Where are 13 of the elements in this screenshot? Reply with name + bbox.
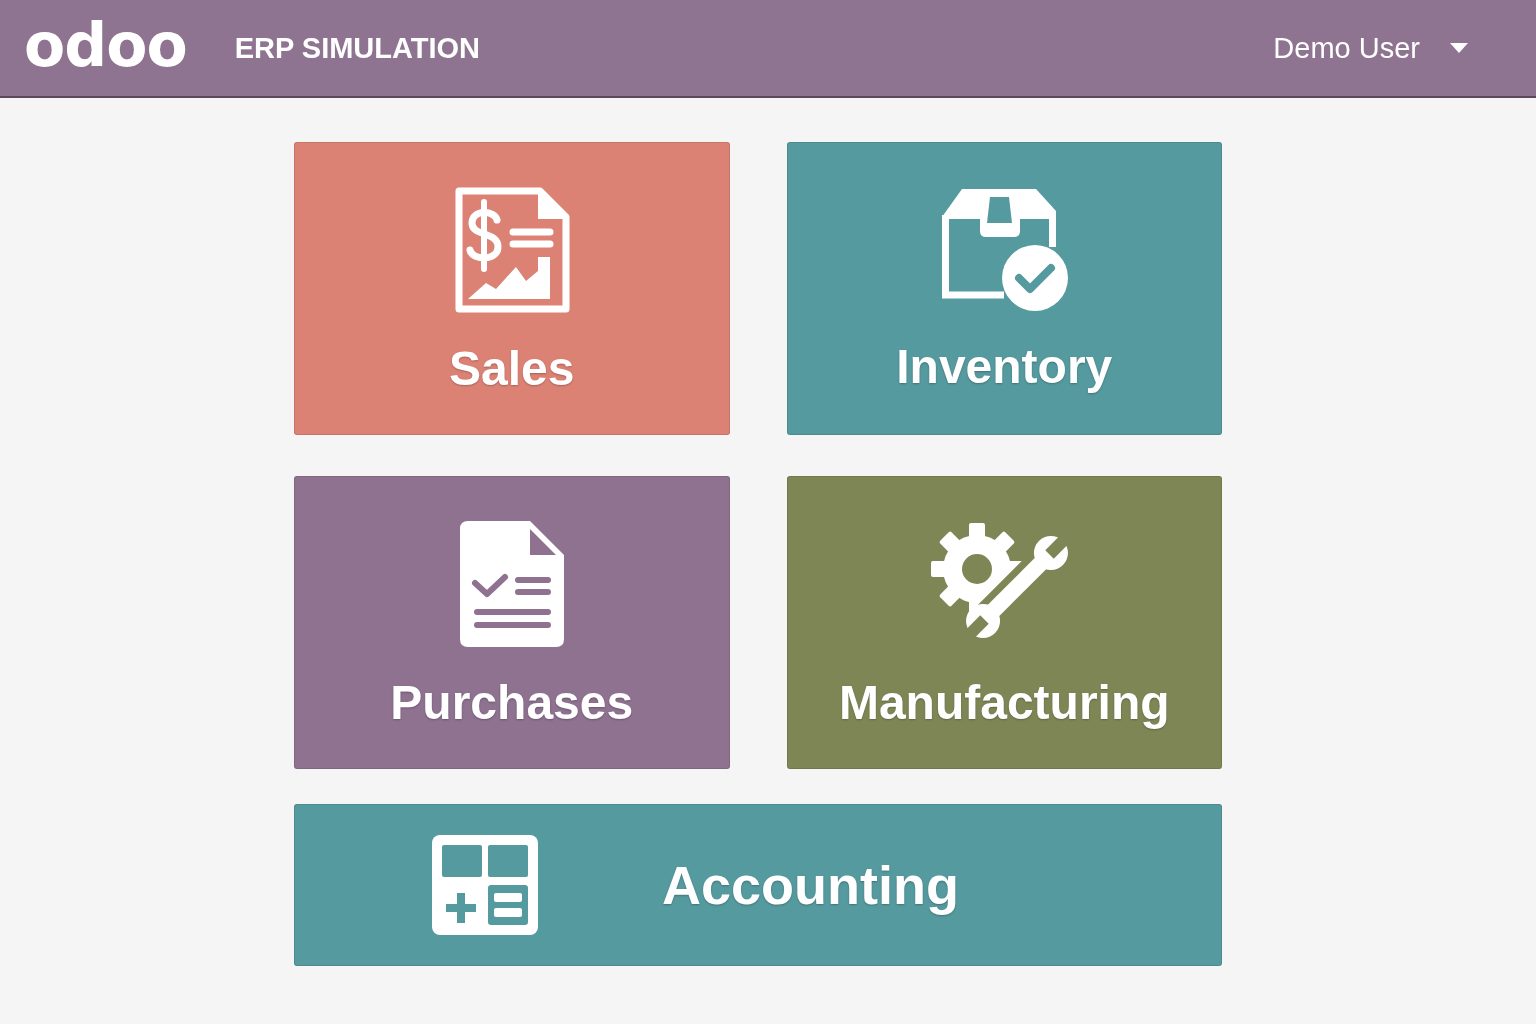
app-tile[interactable]: Purchases [294, 476, 730, 769]
app-tile[interactable]: Manufacturing [786, 476, 1222, 769]
app-tile[interactable]: Accounting [294, 804, 1222, 966]
user-menu[interactable]: Demo User [1273, 33, 1468, 63]
checklist-document-icon [459, 521, 564, 647]
logo: odoo [24, 15, 187, 81]
package-check-icon [940, 187, 1069, 311]
caret-icon [1450, 43, 1468, 53]
app-tile[interactable]: Sales [294, 142, 730, 435]
invoice-icon [453, 187, 570, 313]
app-tile[interactable]: Inventory [786, 142, 1222, 435]
app-title: ERP SIMULATION [234, 33, 481, 63]
calculator-icon [432, 835, 538, 935]
